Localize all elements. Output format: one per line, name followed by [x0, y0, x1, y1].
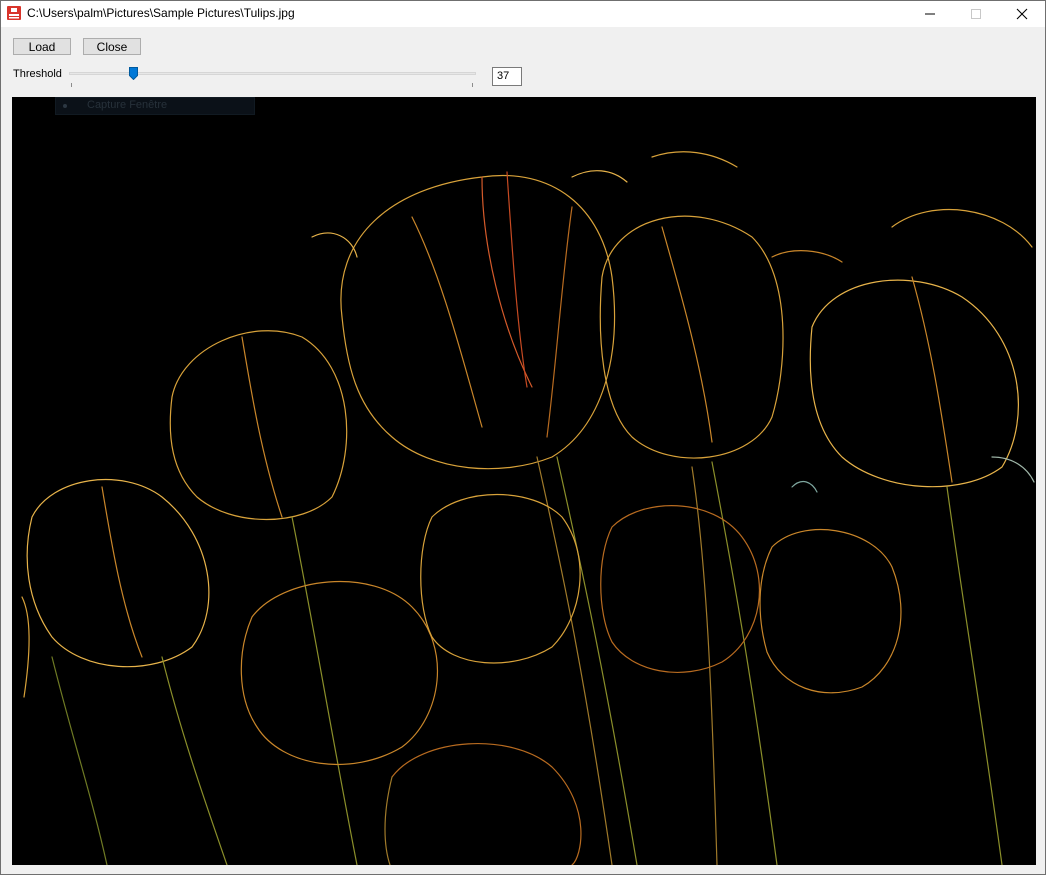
- edge-detected-tulips-image: [21, 151, 1035, 865]
- ghost-capture-tooltip: Capture Fenêtre: [55, 97, 255, 115]
- maximize-icon: [971, 9, 981, 19]
- slider-tick-min: [71, 83, 72, 87]
- slider-tick-max: [472, 83, 473, 87]
- load-button[interactable]: Load: [13, 38, 71, 55]
- minimize-button[interactable]: [907, 1, 953, 27]
- threshold-value-field[interactable]: 37: [492, 67, 522, 86]
- threshold-label: Threshold: [13, 68, 62, 80]
- window-title: C:\Users\palm\Pictures\Sample Pictures\T…: [27, 6, 295, 20]
- app-icon: [7, 6, 21, 20]
- edge-image-canvas: Capture Fenêtre: [12, 97, 1036, 865]
- app-window: C:\Users\palm\Pictures\Sample Pictures\T…: [0, 0, 1046, 875]
- minimize-icon: [925, 13, 935, 15]
- maximize-button[interactable]: [953, 1, 999, 27]
- close-button[interactable]: Close: [83, 38, 141, 55]
- title-bar[interactable]: C:\Users\palm\Pictures\Sample Pictures\T…: [1, 1, 1045, 27]
- ghost-bullet-icon: [63, 104, 67, 108]
- threshold-slider-thumb[interactable]: [128, 67, 138, 81]
- close-icon: [1016, 8, 1028, 20]
- ghost-tooltip-text: Capture Fenêtre: [87, 99, 168, 111]
- close-window-button[interactable]: [999, 1, 1045, 27]
